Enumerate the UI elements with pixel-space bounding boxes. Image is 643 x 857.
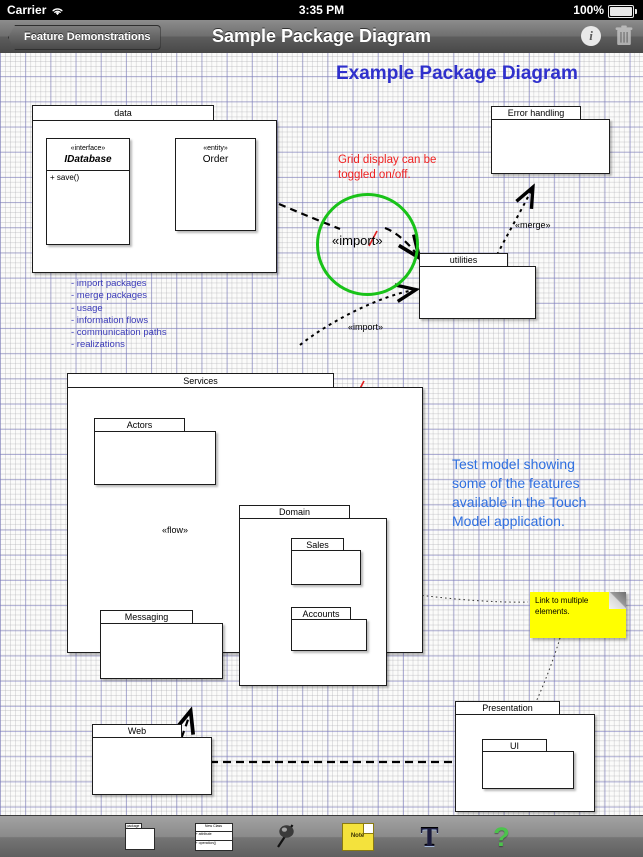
package-web-body[interactable] [92, 737, 212, 795]
list-item: - merge packages [71, 290, 148, 302]
sticky-note-line1: Link to multiple [535, 596, 589, 605]
package-icon: package [124, 823, 159, 851]
package-data-label: data [32, 105, 214, 121]
package-error-handling-body[interactable] [491, 119, 610, 174]
package-actors-body[interactable] [94, 431, 216, 485]
diagram-canvas[interactable]: Example Package Diagram Grid display can… [0, 53, 643, 815]
package-icon-body [124, 828, 155, 850]
class-order-name: Order [202, 154, 229, 165]
merge-label: «merge» [515, 220, 551, 230]
list-item: - information flows [71, 314, 149, 326]
flow-label: «flow» [162, 525, 189, 535]
edge-services-utilities [299, 290, 414, 346]
import-upper-label: «import» [332, 233, 383, 248]
sticky-note-text: Link to multiple elements. [535, 595, 608, 617]
note-tool-button[interactable]: Note [339, 821, 377, 853]
package-presentation-label: Presentation [455, 701, 560, 715]
package-actors-label: Actors [94, 418, 185, 432]
package-ui-body[interactable] [482, 751, 574, 789]
list-item: - usage [71, 302, 103, 314]
note-icon: Note [341, 823, 374, 851]
navigation-bar: Feature Demonstrations Sample Package Di… [0, 20, 643, 54]
class-idatabase[interactable]: «interface» IDatabase + save() [46, 138, 130, 245]
class-idatabase-name: IDatabase [64, 154, 112, 165]
model-description-line1: Test model showing [452, 456, 575, 472]
trash-icon[interactable] [615, 25, 633, 46]
package-tool-button[interactable]: package [123, 821, 161, 853]
grid-toggle-annotation-line2: toggled on/off. [338, 169, 411, 181]
list-item: - realizations [71, 339, 125, 351]
note-icon-label: Note [350, 833, 365, 839]
package-messaging-label: Messaging [100, 610, 193, 624]
class-idatabase-stereotype: «interface» [70, 145, 106, 152]
help-icon: ? [493, 821, 510, 852]
class-icon-name: New Class [204, 824, 223, 828]
sticky-note-fold-icon [609, 592, 626, 609]
status-bar: Carrier 3:35 PM 100% [0, 0, 643, 20]
class-order-header: «entity» Order [176, 139, 255, 166]
class-tool-button[interactable]: New Class + attribute + operation() [194, 821, 233, 853]
status-bar-time: 3:35 PM [298, 3, 345, 17]
sticky-note-line2: elements. [535, 607, 570, 616]
package-accounts-body[interactable] [291, 619, 367, 651]
model-description-line2: some of the features [452, 475, 580, 491]
package-domain-label: Domain [239, 505, 350, 519]
package-utilities-label: utilities [419, 253, 508, 267]
list-item: - communication paths [71, 327, 167, 339]
package-utilities-body[interactable] [419, 266, 536, 319]
diagram-heading: Example Package Diagram [336, 63, 578, 84]
text-tool-button[interactable]: T [411, 821, 449, 853]
class-icon: New Class + attribute + operation() [194, 823, 233, 851]
class-icon-operation: + operation() [195, 841, 216, 845]
package-services-label: Services [67, 373, 334, 388]
grid-toggle-annotation: Grid display can be toggled on/off. [338, 153, 436, 183]
status-bar-right: 100% [573, 3, 637, 18]
battery-full-icon [608, 4, 634, 18]
package-error-handling-label: Error handling [491, 106, 581, 120]
import-lower-label: «import» [348, 322, 384, 332]
feature-list: - import packages - merge packages - usa… [71, 278, 167, 352]
battery-percent-label: 100% [573, 3, 604, 17]
sticky-note[interactable]: Link to multiple elements. [530, 592, 626, 638]
class-idatabase-operation: + save() [50, 173, 80, 182]
pin-connector-icon [272, 820, 300, 855]
model-description-line4: Model application. [452, 513, 565, 529]
class-idatabase-header: «interface» IDatabase [47, 139, 129, 166]
page-title: Sample Package Diagram [211, 26, 432, 46]
app-root: Carrier 3:35 PM 100% Feature Demonstrati… [0, 0, 643, 857]
battery-cap-icon [635, 8, 637, 14]
list-item: - import packages [71, 278, 147, 289]
grid-toggle-annotation-line1: Grid display can be [338, 154, 437, 166]
bottom-toolbar: package New Class + attribute + operatio… [0, 815, 643, 857]
class-order[interactable]: «entity» Order [175, 138, 256, 231]
class-order-stereotype: «entity» [203, 145, 228, 152]
info-icon[interactable]: i [581, 25, 601, 46]
class-icon-attribute: + attribute [195, 832, 212, 836]
text-icon: T [420, 821, 439, 852]
package-web-label: Web [92, 724, 182, 738]
model-description-line3: available in the Touch [452, 494, 587, 510]
connector-tool-button[interactable] [267, 821, 305, 853]
model-description-note: Test model showing some of the features … [452, 455, 586, 531]
package-sales-body[interactable] [291, 550, 361, 585]
package-messaging-body[interactable] [100, 623, 223, 679]
navigation-actions: i [581, 25, 633, 46]
help-tool-button[interactable]: ? [483, 821, 521, 853]
